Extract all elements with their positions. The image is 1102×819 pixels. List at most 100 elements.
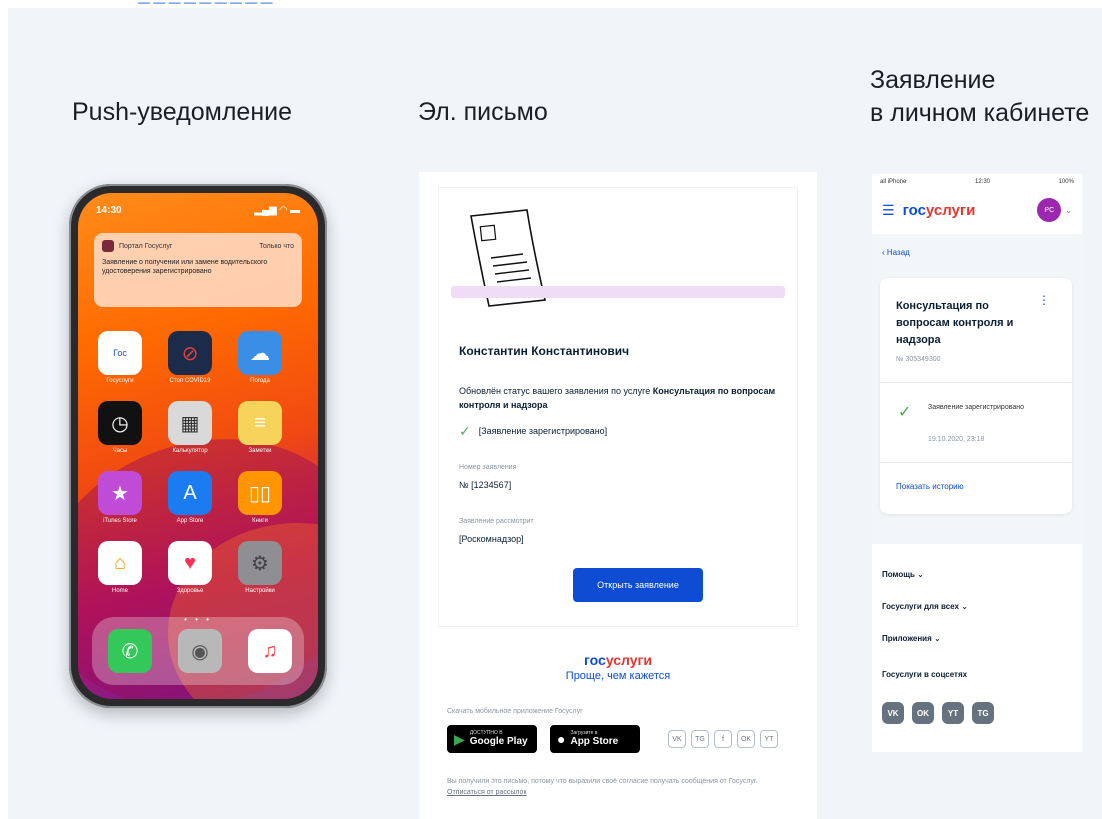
- iphone-mockup: 14:30 ▂▄▆ ◠ ▬ Портал Госуслуг Только что…: [69, 184, 327, 708]
- more-options-icon[interactable]: ⋮: [1038, 294, 1050, 306]
- menu-icon[interactable]: ☰: [882, 202, 895, 219]
- app-settings[interactable]: ⚙ Настройки: [238, 541, 282, 594]
- calculator-icon: ▦: [168, 401, 212, 445]
- cabinet-time: 12:30: [974, 179, 990, 185]
- card-date: 19.10.2020, 23:18: [928, 436, 985, 443]
- checkmark-icon: ✓: [459, 423, 471, 439]
- cabinet-logo[interactable]: госуслуги: [903, 202, 976, 219]
- phone-screen: 14:30 ▂▄▆ ◠ ▬ Портал Госуслуг Только что…: [78, 193, 318, 699]
- app-label: iTunes Store: [103, 518, 137, 524]
- back-link[interactable]: ‹ Назад: [882, 248, 910, 257]
- card-divider-2: [880, 462, 1072, 463]
- highlight-bar: [451, 286, 785, 298]
- app-home[interactable]: ⌂ Home: [98, 541, 142, 594]
- social-heading: Госуслуги в соцсетях: [882, 670, 968, 679]
- app-app-store[interactable]: A App Store: [168, 471, 212, 524]
- app-stop-covid[interactable]: ⊘ Стоп COVID19: [168, 331, 212, 384]
- app-gosuslugi-app[interactable]: Гос Госуслуги: [98, 331, 142, 384]
- check-icon: ✓: [898, 404, 912, 421]
- app-label: Здоровье: [176, 588, 204, 594]
- reviewer-value: [Роскомнадзор]: [459, 534, 524, 544]
- download-caption: Скачать мобильное приложение Госуслуг: [447, 708, 583, 715]
- home-icon: ⌂: [98, 541, 142, 585]
- avatar[interactable]: PC: [1037, 198, 1062, 222]
- health-icon: ♥: [168, 541, 212, 585]
- slogan: Проще, чем кажется: [565, 670, 671, 682]
- app-calculator[interactable]: ▦ Калькулятор: [168, 401, 212, 454]
- chevron-down-icon[interactable]: ⌄: [1065, 206, 1072, 215]
- app-books[interactable]: ▯▯ Книги: [238, 471, 282, 524]
- app-label: Погода: [250, 378, 270, 384]
- app-weather[interactable]: ☁ Погода: [238, 331, 282, 384]
- email-status-text: [Заявление зарегистрировано]: [478, 426, 608, 436]
- cabinet-screen: all iPhone 12:30 100% ☰ госуслуги PC ⌄ ‹…: [872, 174, 1082, 752]
- vk-icon[interactable]: VK: [882, 702, 904, 724]
- gosuslugi-app-icon: Гос: [98, 331, 142, 375]
- card-number: № 305349300: [896, 356, 941, 363]
- cab-logo-uslugi: услуги: [925, 201, 976, 219]
- menu-for-everyone-label: Госуслуги для всех: [882, 602, 959, 611]
- chevron-down-icon: ⌄: [917, 570, 924, 579]
- unsubscribe-link[interactable]: Отписаться от рассылок: [447, 789, 527, 796]
- chevron-down-icon: ⌄: [933, 634, 941, 643]
- weather-icon: ☁: [238, 331, 282, 375]
- application-card[interactable]: Консультация по вопросам контроля и надз…: [880, 278, 1072, 514]
- phone-status-bar: 14:30 ▂▄▆ ◠ ▬: [96, 205, 300, 219]
- email-social-links: VK TG f OK YT: [668, 730, 778, 748]
- email-column-title: Эл. письмо: [418, 98, 548, 126]
- cabinet-header: ☰ госуслуги PC ⌄: [872, 190, 1082, 230]
- open-application-button[interactable]: Открыть заявление: [573, 568, 703, 602]
- contacts-icon[interactable]: ◉: [178, 629, 222, 673]
- cabinet-social-links: VK OK YT TG: [882, 702, 994, 724]
- cabinet-column-title: Заявление в личном кабинете: [870, 66, 1090, 127]
- app-label: Госуслуги: [106, 378, 134, 384]
- push-notification[interactable]: Портал Госуслуг Только что Заявление о п…: [94, 233, 302, 307]
- youtube-icon[interactable]: YT: [760, 730, 778, 748]
- app-store-badge[interactable]: ● Загрузите в App Store: [550, 725, 640, 753]
- stop-covid-icon: ⊘: [168, 331, 212, 375]
- facebook-icon[interactable]: f: [714, 730, 732, 748]
- phone-dock: ✆ ◉ ♫: [92, 617, 304, 685]
- notification-app-name: Портал Госуслуг: [119, 242, 173, 250]
- music-icon[interactable]: ♫: [248, 629, 292, 673]
- google-play-badge[interactable]: ▶ ДОСТУПНО В Google Play: [447, 725, 537, 753]
- app-itunes-store[interactable]: ★ iTunes Store: [98, 471, 142, 524]
- cabinet-content: ‹ Назад Консультация по вопросам контрол…: [872, 234, 1082, 544]
- chevron-down-icon: ⌄: [961, 602, 968, 611]
- menu-for-everyone[interactable]: Госуслуги для всех ⌄: [882, 602, 968, 611]
- telegram-icon[interactable]: TG: [691, 730, 709, 748]
- battery-text: 100%: [1058, 179, 1074, 185]
- push-column-title: Push-уведомление: [72, 98, 293, 126]
- comparison-panel: Push-уведомление Эл. письмо Заявление в …: [8, 8, 1102, 819]
- phone-icon[interactable]: ✆: [108, 629, 152, 673]
- cab-logo-gos: гос: [902, 201, 926, 219]
- notification-text: Заявление о получении или замене водител…: [102, 259, 268, 275]
- menu-help[interactable]: Помощь ⌄: [882, 570, 924, 579]
- footer-text: Вы получили это письмо, потому что выраз…: [447, 778, 758, 785]
- odnoklassniki-icon[interactable]: OK: [737, 730, 755, 748]
- youtube-icon[interactable]: YT: [942, 702, 964, 724]
- menu-apps[interactable]: Приложения ⌄: [882, 634, 941, 643]
- cropped-top-text: — — — — — — — — —: [138, 0, 273, 8]
- notes-icon: ≡: [238, 401, 282, 445]
- telegram-icon[interactable]: TG: [972, 702, 994, 724]
- vk-icon[interactable]: VK: [668, 730, 686, 748]
- app-label: Home: [111, 588, 128, 594]
- menu-help-label: Помощь: [882, 570, 915, 579]
- card-divider: [880, 382, 1072, 383]
- gosuslugi-logo[interactable]: госуслуги: [419, 652, 817, 668]
- app-label: Заметки: [248, 448, 272, 454]
- app-clock[interactable]: ◷ Часы: [98, 401, 142, 454]
- carrier-text: all iPhone: [880, 179, 907, 185]
- odnoklassniki-icon[interactable]: OK: [912, 702, 934, 724]
- menu-apps-label: Приложения: [882, 634, 932, 643]
- show-history-link[interactable]: Показать историю: [896, 482, 964, 491]
- recipient-name: Константин Константинович: [459, 344, 630, 358]
- gosuslugi-notification-icon: [102, 240, 114, 252]
- clock-icon: ◷: [98, 401, 142, 445]
- app-notes[interactable]: ≡ Заметки: [238, 401, 282, 454]
- app-health[interactable]: ♥ Здоровье: [168, 541, 212, 594]
- app-label: Часы: [112, 448, 128, 454]
- card-status: Заявление зарегистрировано: [928, 404, 1025, 411]
- email-status-row: ✓ [Заявление зарегистрировано]: [459, 423, 608, 439]
